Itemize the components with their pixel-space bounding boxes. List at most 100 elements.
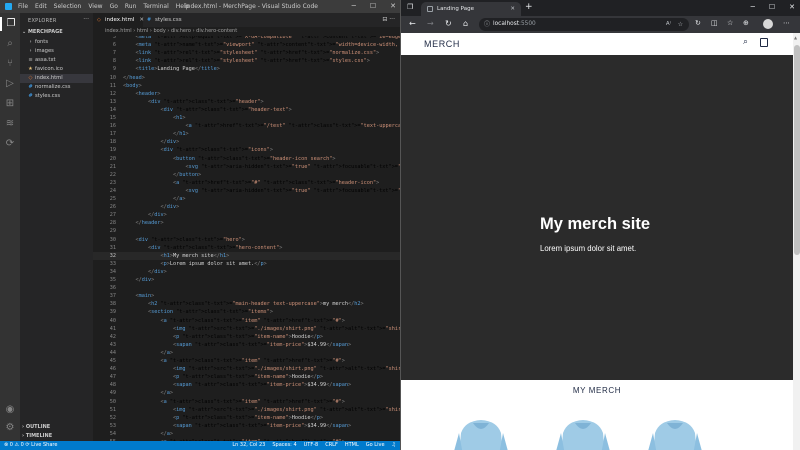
live-share-icon[interactable]: ⟳ [3, 137, 17, 151]
favorite-star-icon[interactable]: ☆ [678, 18, 683, 31]
more-menu-icon[interactable]: ⋯ [783, 19, 790, 27]
tree-folder-images[interactable]: › images [20, 47, 93, 56]
status-go-live[interactable]: Go Live [366, 441, 385, 450]
docker-icon[interactable]: ≋ [3, 117, 17, 131]
menu-go[interactable]: Go [110, 3, 118, 10]
menu-terminal[interactable]: Terminal [143, 3, 168, 10]
breadcrumb-item[interactable]: index.html [105, 28, 132, 34]
code-line[interactable]: 43 <sapan "t-attr">class"t-txt">="item-p… [93, 341, 400, 349]
explorer-icon[interactable]: ❐ [0, 17, 17, 31]
tree-file-assa[interactable]: ≡ assa.txt [20, 56, 93, 65]
code-line[interactable]: 27 </div> [93, 211, 400, 219]
code-line[interactable]: 13 <div "t-attr">class"t-txt">="header"> [93, 98, 400, 106]
outline-section[interactable]: › OUTLINE [22, 424, 50, 430]
code-line[interactable]: 17 </h1> [93, 130, 400, 138]
read-aloud-icon[interactable]: A⁾ [666, 18, 671, 31]
code-line[interactable]: 16 <a "t-attr">href"t-txt">="/test" "t-a… [93, 122, 400, 130]
code-line[interactable]: 24 <svg "t-attr">aria-hidden"t-txt">="tr… [93, 187, 400, 195]
new-tab-button[interactable]: + [525, 2, 533, 12]
tree-file-normalize-css[interactable]: # normalize.css [20, 83, 93, 92]
search-icon[interactable]: ⌕ [743, 37, 748, 47]
code-line[interactable]: 39 <section "t-attr">class"t-txt">="item… [93, 308, 400, 316]
favorites-icon[interactable]: ☆ [727, 19, 733, 27]
tree-file-favicon[interactable]: ★ favicon.ico [20, 65, 93, 74]
editor-actions-icon[interactable]: ⊟ ··· [382, 16, 395, 23]
code-line[interactable]: 7 <link "t-attr">rel"t-txt">="stylesheet… [93, 49, 400, 57]
merch-item[interactable] [449, 415, 513, 450]
code-line[interactable]: 46 <img "t-attr">src"t-txt">="./images/s… [93, 365, 400, 373]
code-line[interactable]: 44 </a> [93, 349, 400, 357]
code-line[interactable]: 33 <p>Lorem ipsum dolor sit amet.</p> [93, 260, 400, 268]
reload-button[interactable]: ↻ [445, 19, 452, 28]
code-line[interactable]: 6 <meta "t-attr">name"t-txt">="viewport"… [93, 41, 400, 49]
code-line[interactable]: 23 <a "t-attr">href"t-txt">="#" "t-attr"… [93, 179, 400, 187]
minimize-icon[interactable]: ─ [352, 2, 356, 10]
breadcrumb-item[interactable]: div.hero [171, 28, 191, 34]
page-scrollbar[interactable]: ▲ [793, 33, 800, 450]
code-line[interactable]: 42 <p "t-attr">class"t-txt">="item-name"… [93, 333, 400, 341]
close-icon[interactable]: ✕ [789, 3, 795, 11]
code-line[interactable]: 36 [93, 284, 400, 292]
tab-styles-css[interactable]: # styles.css [143, 13, 193, 27]
close-tab-icon[interactable]: ✕ [510, 2, 515, 16]
status-indentation[interactable]: Spaces: 4 [272, 441, 296, 450]
menu-run[interactable]: Run [125, 3, 137, 10]
status-encoding[interactable]: UTF-8 [304, 441, 319, 450]
maximize-icon[interactable]: ☐ [769, 3, 775, 11]
code-line[interactable]: 38 <h2 "t-attr">class"t-txt">="main-head… [93, 300, 400, 308]
more-actions-icon[interactable]: ··· [83, 16, 89, 23]
merch-item[interactable] [643, 415, 707, 450]
menu-view[interactable]: View [88, 3, 102, 10]
code-line[interactable]: 53 <sapan "t-attr">class"t-txt">="item-p… [93, 422, 400, 430]
split-screen-icon[interactable]: ◫ [711, 19, 718, 27]
refresh-tabs-icon[interactable]: ↻ [695, 19, 701, 27]
status-language[interactable]: HTML [345, 441, 359, 450]
breadcrumb-item[interactable]: div.hero-content [196, 28, 237, 34]
code-line[interactable]: 37 <main> [93, 292, 400, 300]
shopping-bag-icon[interactable] [760, 38, 768, 47]
scrollbar-thumb[interactable] [794, 45, 800, 255]
breadcrumb-item[interactable]: body [153, 28, 165, 34]
address-bar[interactable]: ⓘ localhost:5500 A⁾ ☆ [479, 18, 689, 31]
source-control-icon[interactable]: ⑂ [3, 57, 17, 71]
collections-icon[interactable]: ⊕ [743, 19, 749, 27]
code-line[interactable]: 8 <link "t-attr">rel"t-txt">="stylesheet… [93, 57, 400, 65]
tree-file-index-html[interactable]: ◇ index.html [20, 74, 93, 83]
breadcrumb-item[interactable]: html [137, 28, 148, 34]
tree-file-styles-css[interactable]: # styles.css [20, 92, 93, 101]
code-line[interactable]: 28 </header> [93, 219, 400, 227]
tab-actions-icon[interactable]: ❐ [407, 3, 413, 11]
code-line[interactable]: 31 <div "t-attr">class"t-txt">="hero-con… [93, 244, 400, 252]
code-line[interactable]: 52 <p "t-attr">class"t-txt">="item-name"… [93, 414, 400, 422]
code-line[interactable]: 22 </button> [93, 171, 400, 179]
code-line[interactable]: 11 <body> [93, 82, 400, 90]
code-line[interactable]: 29 [93, 227, 400, 235]
tree-folder-fonts[interactable]: › fonts [20, 38, 93, 47]
code-line[interactable]: 40 <a "t-attr">class"t-txt">="item" "t-a… [93, 317, 400, 325]
run-debug-icon[interactable]: ▷ [3, 77, 17, 91]
code-line[interactable]: 26 </div> [93, 203, 400, 211]
status-left[interactable]: ⊗ 0 ⚠ 0 ⟳ Live Share [4, 441, 57, 450]
close-icon[interactable]: ✕ [390, 2, 396, 10]
menu-selection[interactable]: Selection [54, 3, 82, 10]
menu-file[interactable]: File [18, 3, 28, 10]
code-line[interactable]: 18 </div> [93, 138, 400, 146]
code-line[interactable]: 35 </div> [93, 276, 400, 284]
status-cursor-position[interactable]: Ln 32, Col 23 [232, 441, 265, 450]
code-line[interactable]: 15 <h1> [93, 114, 400, 122]
notifications-bell-icon[interactable]: ♫ [392, 441, 396, 450]
code-line[interactable]: 21 <svg "t-attr">aria-hidden"t-txt">="tr… [93, 163, 400, 171]
maximize-icon[interactable]: ☐ [370, 2, 376, 10]
code-line[interactable]: 25 </a> [93, 195, 400, 203]
status-eol[interactable]: CRLF [325, 441, 338, 450]
site-info-icon[interactable]: ⓘ [484, 18, 490, 31]
search-icon[interactable]: ⌕ [3, 37, 17, 51]
code-line[interactable]: 10 </head> [93, 74, 400, 82]
code-line[interactable]: 45 <a "t-attr">class"t-txt">="item" "t-a… [93, 357, 400, 365]
code-line[interactable]: 48 <sapan "t-attr">class"t-txt">="item-p… [93, 381, 400, 389]
code-line[interactable]: 14 <div "t-attr">class"t-txt">="header-t… [93, 106, 400, 114]
minimize-icon[interactable]: ─ [751, 3, 755, 11]
merch-item[interactable] [551, 415, 615, 450]
scroll-up-icon[interactable]: ▲ [794, 35, 797, 40]
menu-edit[interactable]: Edit [35, 3, 47, 10]
